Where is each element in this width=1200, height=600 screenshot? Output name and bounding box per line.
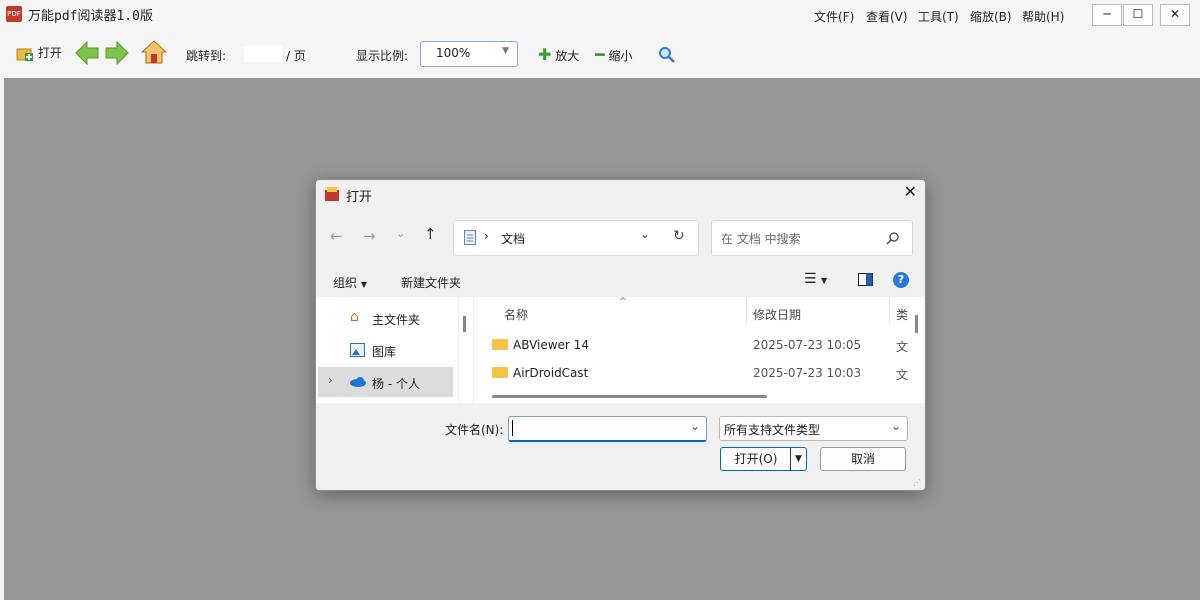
open-folder-icon [16, 48, 33, 61]
list-scrollbar[interactable] [910, 297, 924, 403]
file-row[interactable]: ABViewer 14 2025-07-23 10:05 文 [474, 332, 910, 360]
back-arrow-icon[interactable] [74, 40, 100, 66]
navigation-pane: ⌂ 主文件夹 图库 › 杨 - 个人 [316, 297, 458, 403]
column-divider[interactable] [889, 297, 890, 325]
sort-ascending-icon: ^ [619, 297, 627, 307]
nav-item-gallery[interactable]: 图库 [318, 335, 453, 365]
maximize-button[interactable]: ☐ [1123, 4, 1153, 26]
column-header-date[interactable]: 修改日期 [753, 306, 801, 323]
documents-icon [464, 230, 476, 245]
nav-scrollbar-thumb[interactable] [463, 316, 466, 332]
path-chevron-down-icon[interactable]: ⌄ [640, 227, 650, 241]
organize-button[interactable]: 组织 ▼ [333, 274, 367, 291]
organize-label: 组织 [333, 276, 358, 290]
filename-input[interactable]: ⌄ [508, 416, 707, 442]
search-placeholder: 在 文档 中搜索 [721, 232, 801, 246]
zoom-out-button[interactable]: ━ 缩小 [595, 45, 632, 64]
folder-icon [492, 339, 508, 350]
back-icon[interactable]: ← [330, 227, 343, 245]
app-icon: PDF [6, 6, 22, 22]
menu-view[interactable]: 查看(V) [866, 8, 908, 25]
nav-item-label: 主文件夹 [372, 313, 421, 327]
dialog-title: 打开 [346, 190, 373, 205]
search-icon[interactable] [886, 231, 900, 245]
file-list: ^ 名称 修改日期 类 ABViewer 14 2025-07-23 10:05… [474, 297, 910, 403]
minus-icon: ━ [595, 45, 605, 64]
zoom-label: 显示比例: [356, 49, 409, 63]
forward-icon[interactable]: → [363, 227, 376, 245]
open-button-dialog[interactable]: 打开(O) [720, 447, 792, 471]
nav-item-label: 图库 [372, 345, 397, 359]
home-icon[interactable] [141, 39, 167, 65]
goto-label: 跳转到: [186, 49, 227, 63]
folder-icon [492, 367, 508, 378]
cancel-button[interactable]: 取消 [820, 447, 906, 471]
zoom-in-button[interactable]: ✚ 放大 [538, 45, 579, 64]
help-icon[interactable]: ? [893, 272, 909, 288]
list-scrollbar-thumb[interactable] [915, 315, 918, 333]
minimize-button[interactable]: ─ [1092, 4, 1122, 26]
nav-scrollbar[interactable] [459, 297, 473, 403]
menu-tools[interactable]: 工具(T) [918, 8, 959, 25]
menu-help[interactable]: 帮助(H) [1022, 8, 1064, 25]
column-header-name[interactable]: 名称 [504, 306, 528, 323]
title-bar: PDF 万能pdf阅读器1.0版 文件(F) 查看(V) 工具(T) 缩放(B)… [0, 0, 1200, 30]
filename-label: 文件名(N): [445, 423, 504, 437]
file-name: ABViewer 14 [513, 338, 589, 352]
page-suffix: / 页 [286, 49, 306, 63]
file-date: 2025-07-23 10:03 [753, 366, 862, 380]
breadcrumb-separator-icon: › [484, 229, 489, 243]
recent-chevron-icon[interactable]: ⌄ [396, 227, 405, 240]
home-folder-icon: ⌂ [350, 309, 359, 325]
file-row[interactable]: AirDroidCast 2025-07-23 10:03 文 [474, 360, 910, 388]
column-divider[interactable] [746, 297, 747, 325]
search-box[interactable]: 在 文档 中搜索 [711, 220, 913, 256]
zoom-in-label: 放大 [555, 49, 580, 63]
up-arrow-icon[interactable]: ↑ [424, 225, 437, 243]
file-type: 文 [896, 340, 909, 354]
forward-arrow-icon[interactable] [104, 40, 130, 66]
filetype-chevron-down-icon[interactable]: ⌄ [891, 419, 901, 433]
expand-chevron-icon[interactable]: › [328, 373, 333, 387]
zoom-value: 100% [436, 46, 471, 60]
address-bar[interactable]: › 文档 ⌄ ↻ [453, 220, 699, 256]
open-dropdown-icon[interactable]: ▼ [790, 447, 807, 471]
view-menu-icon[interactable]: ☰ ▼ [804, 271, 827, 287]
new-folder-button[interactable]: 新建文件夹 [401, 274, 461, 291]
file-type: 文 [896, 368, 909, 382]
close-window-button[interactable]: ✕ [1160, 4, 1190, 26]
open-button[interactable]: 打开 [16, 44, 62, 62]
filetype-value: 所有支持文件类型 [724, 423, 821, 437]
nav-item-label: 杨 - 个人 [372, 377, 420, 391]
zoom-select[interactable]: 100% ▼ [420, 41, 518, 67]
window-title: 万能pdf阅读器1.0版 [28, 9, 153, 24]
breadcrumb-documents[interactable]: 文档 [501, 230, 525, 247]
menu-file[interactable]: 文件(F) [814, 8, 854, 25]
page-number-input[interactable] [244, 46, 282, 62]
close-icon[interactable]: ✕ [904, 182, 917, 201]
preview-pane-icon[interactable] [858, 273, 873, 286]
organize-dropdown-icon: ▼ [360, 280, 367, 289]
open-label: 打开 [37, 46, 62, 60]
filetype-select[interactable]: 所有支持文件类型 ⌄ [719, 416, 908, 441]
dialog-app-icon [325, 187, 339, 201]
horizontal-scrollbar-thumb[interactable] [492, 395, 767, 398]
cloud-icon [350, 377, 366, 387]
open-file-dialog: 打开 ✕ ← → ⌄ ↑ › 文档 ⌄ ↻ 在 文档 中搜索 组织 ▼ 新建文件… [315, 179, 926, 491]
file-name: AirDroidCast [513, 366, 589, 380]
menu-zoom[interactable]: 缩放(B) [970, 8, 1012, 25]
magnifier-icon[interactable] [658, 46, 676, 64]
refresh-icon[interactable]: ↻ [673, 228, 685, 244]
plus-icon: ✚ [538, 45, 552, 64]
filename-chevron-down-icon[interactable]: ⌄ [690, 419, 700, 433]
gallery-icon [350, 343, 365, 357]
column-header-type[interactable]: 类 [896, 306, 908, 323]
nav-item-home[interactable]: ⌂ 主文件夹 [318, 303, 453, 333]
chevron-down-icon: ▼ [502, 46, 509, 56]
resize-grip-icon[interactable]: ⋰ [913, 478, 921, 487]
file-date: 2025-07-23 10:05 [753, 338, 862, 352]
text-cursor [512, 420, 513, 436]
zoom-out-label: 缩小 [608, 49, 633, 63]
nav-item-onedrive[interactable]: › 杨 - 个人 [318, 367, 453, 397]
